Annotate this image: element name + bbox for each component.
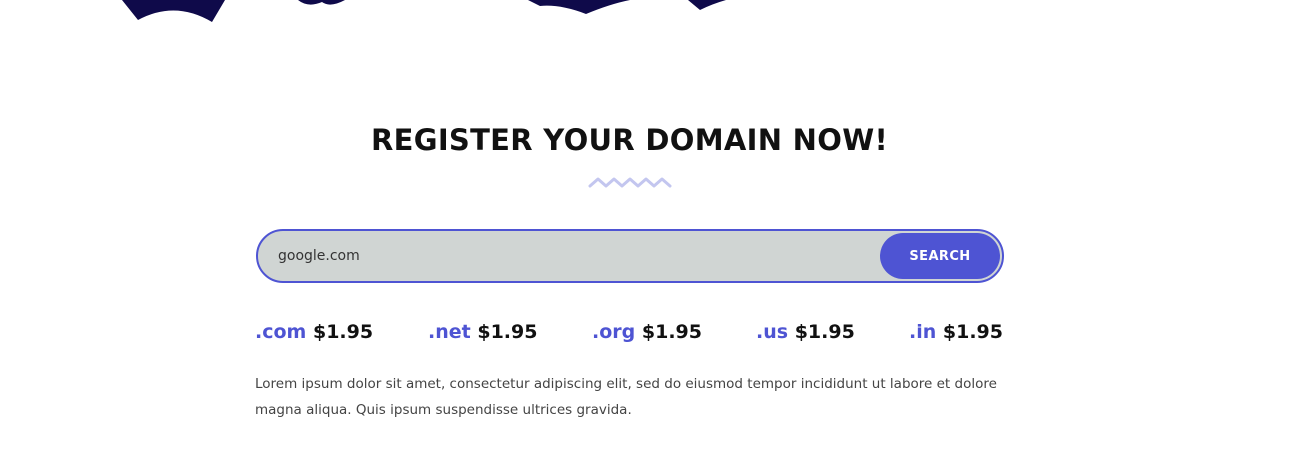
tld-price: $1.95 [942,321,1003,343]
search-button[interactable]: SEARCH [880,233,1000,279]
domain-register-section: REGISTER YOUR DOMAIN NOW! SEARCH .com $1… [0,0,1291,467]
tld-label: .org [592,321,636,343]
tld-label: .us [756,321,789,343]
tld-price: $1.95 [641,321,702,343]
tld-label: .in [909,321,937,343]
tld-label: .net [428,321,471,343]
tld-price: $1.95 [477,321,538,343]
tld-price-list: .com $1.95 .net $1.95 .org $1.95 .us $1.… [255,317,1003,347]
page-title: REGISTER YOUR DOMAIN NOW! [370,123,889,157]
decor-shape [298,0,345,5]
tld-price: $1.95 [312,321,374,343]
domain-search-form: SEARCH [256,229,1004,283]
top-decoration [122,0,726,22]
description-text: Lorem ipsum dolor sit amet, consectetur … [255,376,997,418]
price-item-in: .in $1.95 [909,317,1003,347]
tld-label: .com [255,321,307,343]
price-item-net: .net $1.95 [428,317,537,347]
domain-search-input[interactable] [278,231,858,281]
zigzag-divider-icon [588,177,672,188]
decor-shape [528,0,630,14]
decor-shape [688,0,726,10]
decor-shape [122,0,225,22]
price-item-org: .org $1.95 [592,317,702,347]
price-item-us: .us $1.95 [756,317,855,347]
tld-price: $1.95 [794,321,855,343]
price-item-com: .com $1.95 [255,317,373,347]
